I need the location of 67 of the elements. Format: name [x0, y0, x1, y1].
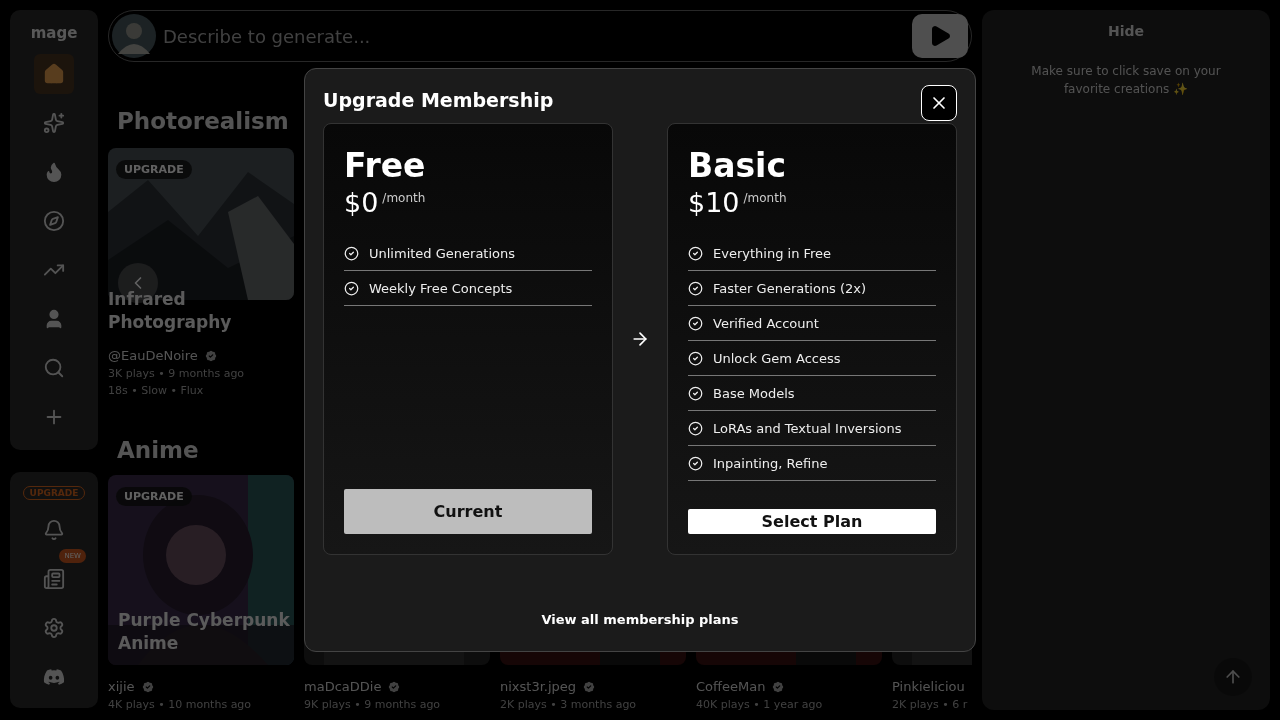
- card-title[interactable]: Infrared Photography: [108, 288, 294, 334]
- play-stats: 3K plays • 9 months ago: [108, 367, 246, 380]
- settings-icon: [43, 617, 65, 639]
- author-name[interactable]: nixst3r.jpeg: [500, 679, 577, 694]
- play-stats: 9K plays • 9 months ago: [304, 698, 442, 710]
- plan-feature: Unlock Gem Access: [713, 350, 841, 366]
- verified-icon: [203, 348, 218, 363]
- verified-icon: [140, 679, 155, 694]
- generate-button[interactable]: [912, 14, 968, 58]
- play-stats: 40K plays • 1 year ago: [696, 698, 824, 710]
- author-name[interactable]: @EauDeNoire: [108, 348, 198, 363]
- check-circle-icon: [344, 245, 359, 261]
- plan-feature: Inpainting, Refine: [713, 455, 828, 471]
- author-name[interactable]: CoffeeMan: [696, 679, 766, 694]
- author-name[interactable]: xijie: [108, 679, 135, 694]
- plan-feature: Verified Account: [713, 315, 819, 331]
- hide-button[interactable]: Hide: [1101, 22, 1150, 40]
- plan-feature: Everything in Free: [713, 245, 832, 261]
- author-name[interactable]: Pinkieliciou: [892, 679, 965, 694]
- check-circle-icon: [344, 280, 359, 296]
- author-name[interactable]: maDcaDDie: [304, 679, 382, 694]
- plan-feature: Base Models: [713, 385, 795, 401]
- check-circle-icon: [688, 385, 703, 401]
- sparkles-icon: [43, 112, 65, 134]
- model-details: 18s • Slow • Flux: [108, 384, 205, 397]
- plan-name: Free: [344, 146, 427, 185]
- plan-feature: LoRAs and Textual Inversions: [713, 420, 902, 436]
- plan-feature: Faster Generations (2x): [713, 280, 867, 296]
- bell-icon: [43, 519, 65, 541]
- logo[interactable]: mage: [30, 24, 78, 42]
- verified-icon: [387, 679, 402, 694]
- home-icon: [43, 63, 65, 85]
- home-nav-button[interactable]: [34, 54, 74, 94]
- upgrade-badge: UPGRADE: [116, 160, 192, 179]
- search-icon: [43, 357, 65, 379]
- card-title[interactable]: Purple Cyberpunk Anime: [118, 609, 294, 655]
- plan-feature: Weekly Free Concepts: [369, 280, 513, 296]
- check-circle-icon: [688, 455, 703, 471]
- check-circle-icon: [688, 420, 703, 436]
- price-period: /month: [743, 191, 787, 205]
- select-plan-button[interactable]: Select Plan: [688, 509, 936, 534]
- dialog-title: Upgrade Membership: [323, 89, 554, 111]
- check-circle-icon: [688, 350, 703, 366]
- avatar: [112, 14, 156, 58]
- section-title: Photorealism: [117, 108, 289, 134]
- newspaper-icon: [43, 568, 65, 590]
- play-stats: 4K plays • 10 months ago: [108, 698, 253, 710]
- price-period: /month: [382, 191, 426, 205]
- plan-price: $0: [344, 187, 379, 218]
- prompt-field[interactable]: Describe to generate...: [108, 10, 972, 62]
- scroll-top-button[interactable]: [1214, 658, 1252, 696]
- check-circle-icon: [688, 315, 703, 331]
- check-circle-icon: [688, 280, 703, 296]
- plan-name: Basic: [688, 146, 787, 185]
- section-title: Anime: [117, 437, 199, 463]
- verified-icon: [771, 679, 786, 694]
- play-stats: 2K plays • 6 r: [892, 698, 969, 710]
- verified-icon: [582, 679, 597, 694]
- upgrade-badge: UPGRADE: [116, 487, 192, 506]
- compass-icon: [43, 210, 65, 232]
- play-stats: 2K plays • 3 months ago: [500, 698, 638, 710]
- close-button[interactable]: [921, 85, 957, 121]
- plan-price: $10: [688, 187, 740, 218]
- plan-feature: Unlimited Generations: [369, 245, 516, 261]
- check-circle-icon: [688, 245, 703, 261]
- save-hint: Make sure to click save on your favorite creations ✨: [1030, 63, 1222, 98]
- view-plans-link[interactable]: View all membership plans: [541, 612, 739, 627]
